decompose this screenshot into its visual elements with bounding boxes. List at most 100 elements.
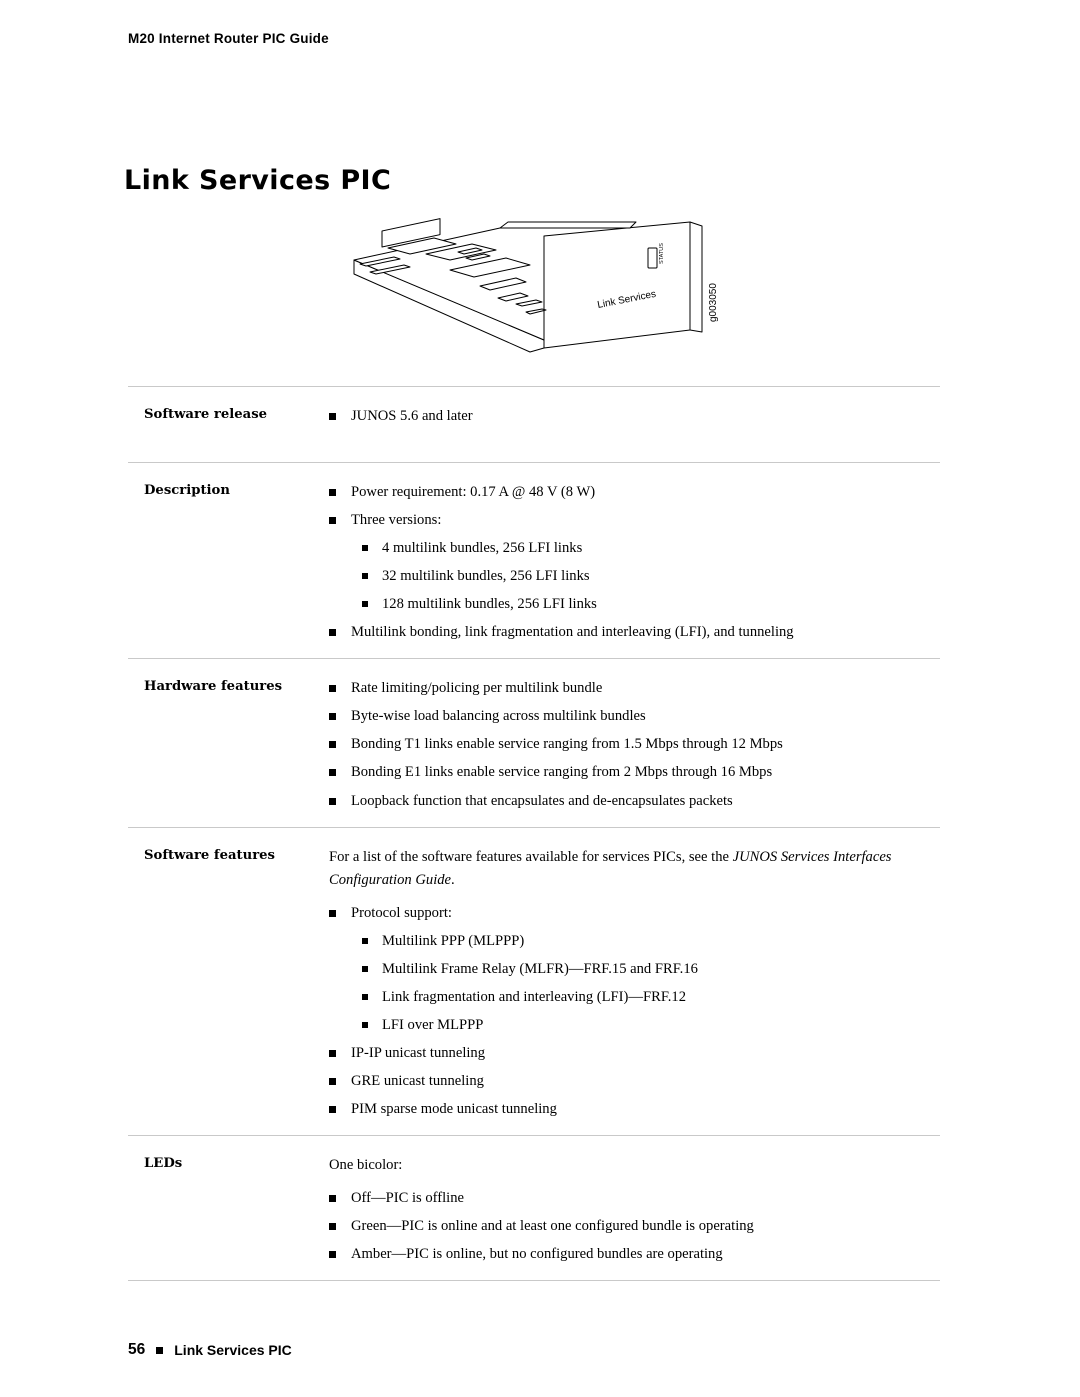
running-head: M20 Internet Router PIC Guide xyxy=(128,31,329,46)
table-row: LEDs One bicolor: Off—PIC is offline Gre… xyxy=(128,1135,940,1280)
square-bullet-icon xyxy=(329,629,336,637)
pic-illustration: Link Services STATUS g003050 Link Servic… xyxy=(330,212,750,372)
page: M20 Internet Router PIC Guide Link Servi… xyxy=(0,0,1080,1397)
square-bullet-icon xyxy=(329,909,336,917)
row-label: Software release xyxy=(144,407,268,422)
square-bullet-icon xyxy=(329,797,336,805)
square-bullet-icon xyxy=(362,601,368,608)
status-led-label-text: STATUS xyxy=(659,243,665,264)
list-item: Multilink bonding, link fragmentation an… xyxy=(329,621,940,644)
list-item: GRE unicast tunneling xyxy=(329,1070,940,1093)
list-item: 128 multilink bundles, 256 LFI links xyxy=(362,593,940,616)
table-bottom-rule xyxy=(128,1280,940,1282)
square-bullet-icon xyxy=(329,413,336,420)
list-item: Loopback function that encapsulates and … xyxy=(329,790,940,813)
square-bullet-icon xyxy=(362,1021,368,1028)
list-item-text: Loopback function that encapsulates and … xyxy=(351,792,733,809)
list-item: JUNOS 5.6 and later xyxy=(329,405,940,428)
list-item: Bonding E1 links enable service ranging … xyxy=(329,761,940,784)
list-item: Multilink PPP (MLPPP) xyxy=(362,930,940,953)
square-bullet-icon xyxy=(329,769,336,777)
list-item-text: Three versions: xyxy=(351,512,442,529)
list-item: LFI over MLPPP xyxy=(362,1014,940,1037)
row-label: Software features xyxy=(144,847,275,863)
figure-id-text: g003050 xyxy=(708,283,719,322)
list-item: PIM sparse mode unicast tunneling xyxy=(329,1098,940,1121)
square-bullet-icon xyxy=(329,741,336,749)
row-content: For a list of the software features avai… xyxy=(329,828,940,1135)
table-row: Software release JUNOS 5.6 and later xyxy=(128,386,940,462)
square-bullet-icon xyxy=(362,965,368,972)
list-item-text: Rate limiting/policing per multilink bun… xyxy=(351,680,603,697)
row-label: Hardware features xyxy=(144,679,283,695)
square-bullet-icon xyxy=(156,1346,164,1354)
list-item-text: Bonding E1 links enable service ranging … xyxy=(351,764,773,781)
list-item-text: Bonding T1 links enable service ranging … xyxy=(351,736,783,753)
list-item: Off—PIC is offline xyxy=(329,1187,940,1210)
list-item-text: 4 multilink bundles, 256 LFI links xyxy=(382,540,583,557)
square-bullet-icon xyxy=(329,1049,336,1057)
list-item: 32 multilink bundles, 256 LFI links xyxy=(362,565,940,588)
table-row: Software features For a list of the soft… xyxy=(128,826,940,1135)
row-label: Description xyxy=(144,483,230,499)
list-item: Rate limiting/policing per multilink bun… xyxy=(329,677,940,700)
square-bullet-icon xyxy=(329,489,336,497)
spec-table: Software release JUNOS 5.6 and later Des… xyxy=(128,386,940,1282)
list-item-text: Off—PIC is offline xyxy=(351,1190,464,1207)
list-item: 4 multilink bundles, 256 LFI links xyxy=(362,537,940,560)
list-item-text: PIM sparse mode unicast tunneling xyxy=(351,1100,557,1117)
square-bullet-icon xyxy=(329,713,336,721)
row-content: Power requirement: 0.17 A @ 48 V (8 W) T… xyxy=(329,463,940,658)
intro-paragraph: One bicolor: xyxy=(329,1157,403,1174)
list-item: Bonding T1 links enable service ranging … xyxy=(329,733,940,756)
footer-page-number: 56 xyxy=(128,1341,146,1358)
list-item-text: Amber—PIC is online, but no configured b… xyxy=(351,1246,723,1263)
intro-text: For a list of the software features avai… xyxy=(329,848,733,865)
list-item: Green—PIC is online and at least one con… xyxy=(329,1215,940,1238)
list-item-text: Multilink bonding, link fragmentation an… xyxy=(351,624,794,641)
square-bullet-icon xyxy=(362,545,368,552)
list-item-text: 32 multilink bundles, 256 LFI links xyxy=(382,568,590,585)
list-item: Amber—PIC is online, but no configured b… xyxy=(329,1243,940,1266)
list-item-text: Green—PIC is online and at least one con… xyxy=(351,1218,754,1235)
list-item-text: Link fragmentation and interleaving (LFI… xyxy=(382,988,687,1005)
list-item-text: Byte-wise load balancing across multilin… xyxy=(351,708,646,725)
list-item-text: Multilink PPP (MLPPP) xyxy=(382,932,525,949)
row-content: Rate limiting/policing per multilink bun… xyxy=(329,659,940,826)
intro-paragraph: For a list of the software features avai… xyxy=(329,846,940,892)
square-bullet-icon xyxy=(329,1195,336,1203)
square-bullet-icon xyxy=(329,1223,336,1231)
row-content: One bicolor: Off—PIC is offline Green—PI… xyxy=(329,1136,940,1280)
list-item: Byte-wise load balancing across multilin… xyxy=(329,705,940,728)
table-row: Description Power requirement: 0.17 A @ … xyxy=(128,462,940,658)
square-bullet-icon xyxy=(329,517,336,525)
list-item-text: Protocol support: xyxy=(351,904,452,921)
list-item: Three versions: xyxy=(329,509,940,532)
list-item: IP-IP unicast tunneling xyxy=(329,1042,940,1065)
intro-tail: . xyxy=(451,871,455,888)
list-item: Power requirement: 0.17 A @ 48 V (8 W) xyxy=(329,481,940,504)
list-item: Multilink Frame Relay (MLFR)—FRF.15 and … xyxy=(362,958,940,981)
list-item-text: Power requirement: 0.17 A @ 48 V (8 W) xyxy=(351,484,596,501)
square-bullet-icon xyxy=(329,685,336,693)
square-bullet-icon xyxy=(362,573,368,580)
square-bullet-icon xyxy=(329,1105,336,1113)
row-content: JUNOS 5.6 and later xyxy=(329,387,940,462)
footer-text: Link Services PIC xyxy=(174,1342,292,1358)
square-bullet-icon xyxy=(329,1251,336,1259)
list-item-text: 128 multilink bundles, 256 LFI links xyxy=(382,596,597,613)
list-item: Protocol support: xyxy=(329,902,940,925)
table-row: Hardware features Rate limiting/policing… xyxy=(128,658,940,826)
list-item-text: LFI over MLPPP xyxy=(382,1016,484,1033)
page-footer: 56 Link Services PIC xyxy=(128,1341,292,1359)
list-item: Link fragmentation and interleaving (LFI… xyxy=(362,986,940,1009)
list-item-text: Multilink Frame Relay (MLFR)—FRF.15 and … xyxy=(382,960,698,977)
list-item-text: IP-IP unicast tunneling xyxy=(351,1044,486,1061)
row-label: LEDs xyxy=(144,1156,183,1172)
square-bullet-icon xyxy=(362,937,368,944)
square-bullet-icon xyxy=(329,1077,336,1085)
list-item-text: JUNOS 5.6 and later xyxy=(351,408,473,424)
square-bullet-icon xyxy=(362,993,368,1000)
list-item-text: GRE unicast tunneling xyxy=(351,1072,484,1089)
page-title: Link Services PIC xyxy=(124,165,392,196)
